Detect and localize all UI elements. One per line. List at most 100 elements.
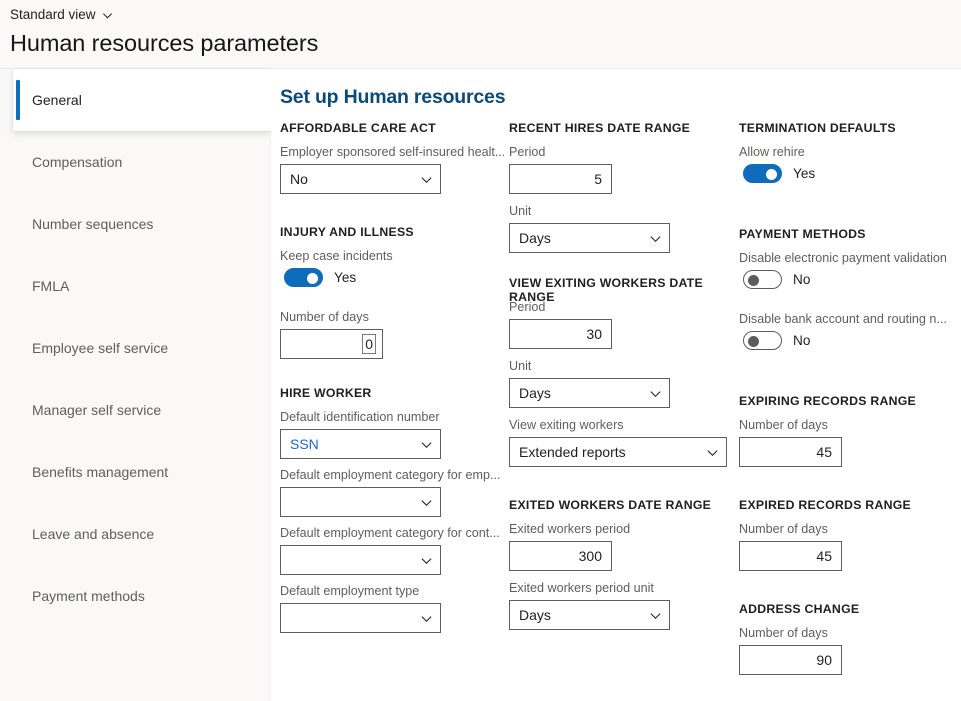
disable-bank-account-routing-state: No xyxy=(793,333,810,348)
section-title: Set up Human resources xyxy=(280,86,505,109)
exited-workers-period-unit-value: Days xyxy=(519,607,551,623)
default-identification-number-dropdown[interactable]: SSN xyxy=(280,429,441,459)
expiring-records-number-of-days-input[interactable]: 45 xyxy=(739,437,842,467)
sidebar-item-label: Number sequences xyxy=(32,216,153,232)
label-exited-workers-period: Exited workers period xyxy=(509,521,630,537)
chevron-down-icon xyxy=(649,609,662,622)
label-recent-hires-unit: Unit xyxy=(509,203,531,219)
sidebar-item-label: Manager self service xyxy=(32,402,161,418)
employer-sponsored-health-dropdown[interactable]: No xyxy=(280,164,441,194)
page-header: Standard view Human resources parameters xyxy=(0,0,961,69)
toggle-knob xyxy=(748,336,759,347)
label-recent-hires-period: Period xyxy=(509,144,545,160)
sidebar-item-label: Leave and absence xyxy=(32,526,154,542)
view-exiting-period-value: 30 xyxy=(510,326,611,342)
recent-hires-period-value: 5 xyxy=(510,171,611,187)
chevron-down-icon xyxy=(420,496,433,509)
group-heading-affordable-care-act: AFFORDABLE CARE ACT xyxy=(280,121,436,135)
chevron-down-icon xyxy=(420,173,433,186)
chevron-down-icon xyxy=(649,387,662,400)
sidebar-item-employee-self-service[interactable]: Employee self service xyxy=(13,317,271,379)
disable-electronic-payment-validation-toggle[interactable] xyxy=(743,270,782,289)
recent-hires-unit-dropdown[interactable]: Days xyxy=(509,223,670,253)
group-heading-address-change: ADDRESS CHANGE xyxy=(739,602,859,616)
sidebar-item-payment-methods[interactable]: Payment methods xyxy=(13,565,271,627)
sidebar-item-fmla[interactable]: FMLA xyxy=(13,255,271,317)
keep-case-incidents-state: Yes xyxy=(334,270,356,285)
label-expired-records-number-of-days: Number of days xyxy=(739,521,828,537)
address-change-number-of-days-input[interactable]: 90 xyxy=(739,645,842,675)
default-employment-category-contractor-dropdown[interactable] xyxy=(280,545,441,575)
sidebar-item-manager-self-service[interactable]: Manager self service xyxy=(13,379,271,441)
sidebar-item-leave-and-absence[interactable]: Leave and absence xyxy=(13,503,271,565)
label-disable-electronic-payment-validation: Disable electronic payment validation xyxy=(739,250,955,266)
sidebar-item-compensation[interactable]: Compensation xyxy=(13,131,271,193)
sidebar-item-label: Compensation xyxy=(32,154,122,170)
group-heading-expired-records-range: EXPIRED RECORDS RANGE xyxy=(739,498,911,512)
sidebar-item-label: General xyxy=(32,92,82,108)
view-selector[interactable]: Standard view xyxy=(10,6,113,24)
injury-number-of-days-input[interactable]: 0 xyxy=(280,329,383,359)
injury-number-of-days-value: 0 xyxy=(364,336,374,352)
expired-records-number-of-days-value: 45 xyxy=(740,548,841,564)
label-view-exiting-unit: Unit xyxy=(509,358,531,374)
label-keep-case-incidents: Keep case incidents xyxy=(280,248,393,264)
chevron-down-icon xyxy=(102,10,113,21)
page-title: Human resources parameters xyxy=(10,28,318,58)
label-expiring-records-number-of-days: Number of days xyxy=(739,417,828,433)
group-heading-exited-workers-date-range: EXITED WORKERS DATE RANGE xyxy=(509,498,711,512)
sidebar: General Compensation Number sequences FM… xyxy=(0,69,271,701)
chevron-down-icon xyxy=(420,554,433,567)
sidebar-item-label: Payment methods xyxy=(32,588,145,604)
group-heading-injury-and-illness: INJURY AND ILLNESS xyxy=(280,225,414,239)
toggle-knob xyxy=(766,169,777,180)
disable-bank-account-routing-toggle[interactable] xyxy=(743,331,782,350)
allow-rehire-toggle[interactable] xyxy=(743,164,782,183)
group-heading-payment-methods: PAYMENT METHODS xyxy=(739,227,866,241)
label-default-employment-category-employee: Default employment category for emp... xyxy=(280,467,504,483)
label-injury-number-of-days: Number of days xyxy=(280,309,369,325)
keep-case-incidents-toggle[interactable] xyxy=(284,268,323,287)
human-resources-parameters-page: Standard view Human resources parameters… xyxy=(0,0,961,701)
label-default-employment-category-contractor: Default employment category for cont... xyxy=(280,525,504,541)
label-allow-rehire: Allow rehire xyxy=(739,144,805,160)
label-default-employment-type: Default employment type xyxy=(280,583,504,599)
expired-records-number-of-days-input[interactable]: 45 xyxy=(739,541,842,571)
sidebar-item-benefits-management[interactable]: Benefits management xyxy=(13,441,271,503)
sidebar-item-number-sequences[interactable]: Number sequences xyxy=(13,193,271,255)
sidebar-item-general[interactable]: General xyxy=(13,69,271,131)
view-selector-label: Standard view xyxy=(10,6,96,24)
label-address-change-number-of-days: Number of days xyxy=(739,625,828,641)
exited-workers-period-unit-dropdown[interactable]: Days xyxy=(509,600,670,630)
disable-electronic-payment-validation-toggle-row: No xyxy=(743,270,810,289)
input-value-wrap: 0 xyxy=(281,330,382,358)
allow-rehire-toggle-row: Yes xyxy=(743,164,815,183)
group-heading-termination-defaults: TERMINATION DEFAULTS xyxy=(739,121,896,135)
chevron-down-icon xyxy=(420,438,433,451)
label-view-exiting-period: Period xyxy=(509,299,545,315)
employer-sponsored-health-value: No xyxy=(290,171,308,187)
chevron-down-icon xyxy=(420,612,433,625)
default-employment-type-dropdown[interactable] xyxy=(280,603,441,633)
recent-hires-unit-value: Days xyxy=(519,230,551,246)
group-heading-recent-hires-date-range: RECENT HIRES DATE RANGE xyxy=(509,121,690,135)
label-disable-bank-account-routing: Disable bank account and routing n... xyxy=(739,311,955,327)
view-exiting-workers-dropdown[interactable]: Extended reports xyxy=(509,437,727,467)
group-heading-expiring-records-range: EXPIRING RECORDS RANGE xyxy=(739,394,916,408)
toggle-knob xyxy=(748,275,759,286)
label-view-exiting-workers: View exiting workers xyxy=(509,417,624,433)
label-default-identification-number: Default identification number xyxy=(280,409,504,425)
sidebar-item-label: Benefits management xyxy=(32,464,168,480)
allow-rehire-state: Yes xyxy=(793,166,815,181)
sidebar-item-label: FMLA xyxy=(32,278,69,294)
recent-hires-period-input[interactable]: 5 xyxy=(509,164,612,194)
address-change-number-of-days-value: 90 xyxy=(740,652,841,668)
view-exiting-workers-value: Extended reports xyxy=(519,444,626,460)
exited-workers-period-input[interactable]: 300 xyxy=(509,541,612,571)
disable-electronic-payment-validation-state: No xyxy=(793,272,810,287)
view-exiting-period-input[interactable]: 30 xyxy=(509,319,612,349)
default-identification-number-value: SSN xyxy=(290,436,319,452)
view-exiting-unit-dropdown[interactable]: Days xyxy=(509,378,670,408)
view-exiting-unit-value: Days xyxy=(519,385,551,401)
default-employment-category-employee-dropdown[interactable] xyxy=(280,487,441,517)
